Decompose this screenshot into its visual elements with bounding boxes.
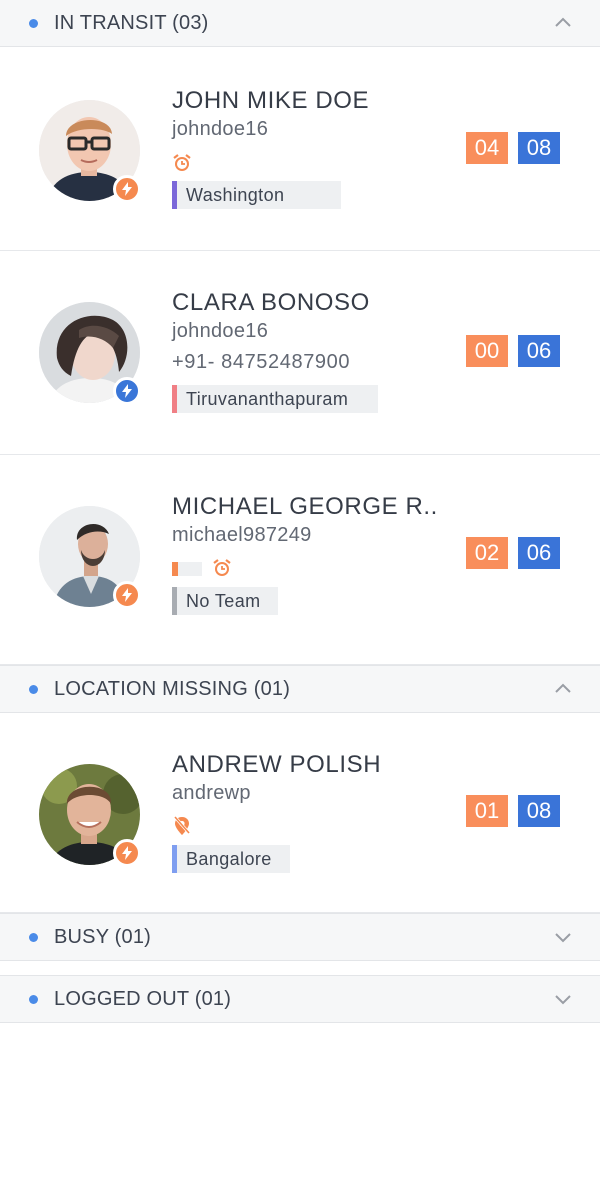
list-item[interactable]: MICHAEL GEORGE R.. michael987249 No Team… (0, 455, 600, 665)
team-color-bar (172, 385, 177, 413)
status-badge (113, 377, 141, 405)
lightning-icon (122, 384, 132, 398)
count-pending: 02 (466, 537, 508, 569)
person-name: JOHN MIKE DOE (172, 87, 370, 114)
alarm-clock-icon (213, 559, 231, 576)
avatar (39, 100, 141, 203)
status-dot (29, 933, 38, 942)
count-total: 06 (518, 335, 560, 367)
avatar (39, 302, 141, 405)
count-total: 06 (518, 537, 560, 569)
team-label: No Team (186, 591, 261, 611)
person-name: ANDREW POLISH (172, 751, 382, 778)
avatar (39, 764, 141, 867)
team-color-bar (172, 587, 177, 615)
section-header-location-missing[interactable]: LOCATION MISSING (01) (0, 665, 600, 713)
count-pending: 00 (466, 335, 508, 367)
lightning-icon (122, 182, 132, 196)
person-phone: +91- 84752487900 (172, 351, 351, 373)
avatar (39, 506, 141, 609)
section-title: LOGGED OUT (01) (54, 988, 232, 1010)
person-name: MICHAEL GEORGE R.. (172, 493, 438, 520)
section-header-busy[interactable]: BUSY (01) (0, 913, 600, 961)
status-dot (29, 995, 38, 1004)
status-badge (113, 839, 141, 867)
person-username: johndoe16 (172, 320, 269, 342)
list-item[interactable]: JOHN MIKE DOE johndoe16 Washington 04 08 (0, 49, 600, 251)
team-tag: Bangalore (172, 845, 290, 873)
count-total: 08 (518, 795, 560, 827)
lightning-icon (122, 588, 132, 602)
status-badge (113, 175, 141, 203)
count-pending: 01 (466, 795, 508, 827)
alarm-clock-icon (173, 154, 191, 171)
team-label: Bangalore (186, 849, 272, 869)
team-color-bar (172, 845, 177, 873)
lightning-icon (122, 846, 132, 860)
location-off-icon (173, 816, 191, 835)
chevron-up-icon[interactable] (554, 680, 572, 698)
person-name: CLARA BONOSO (172, 289, 370, 316)
chevron-up-icon[interactable] (554, 14, 572, 32)
battery-level (172, 562, 178, 576)
section-title: LOCATION MISSING (01) (54, 678, 291, 700)
chevron-down-icon[interactable] (554, 990, 572, 1008)
section-header-logged-out[interactable]: LOGGED OUT (01) (0, 975, 600, 1023)
battery-indicator (172, 562, 202, 576)
team-label: Tiruvananthapuram (186, 389, 349, 409)
team-label: Washington (186, 185, 285, 205)
section-header-in-transit[interactable]: IN TRANSIT (03) (0, 0, 600, 47)
status-badge (113, 581, 141, 609)
person-username: michael987249 (172, 524, 312, 546)
status-dot (29, 19, 38, 28)
list-item[interactable]: ANDREW POLISH andrewp Bangalore 01 08 (0, 713, 600, 913)
section-title: BUSY (01) (54, 926, 152, 948)
list-item[interactable]: CLARA BONOSO johndoe16 +91- 84752487900 … (0, 251, 600, 455)
chevron-down-icon[interactable] (554, 928, 572, 946)
person-username: johndoe16 (172, 118, 269, 140)
person-username: andrewp (172, 782, 251, 804)
status-dot (29, 685, 38, 694)
count-total: 08 (518, 132, 560, 164)
team-color-bar (172, 181, 177, 209)
team-tag: No Team (172, 587, 278, 615)
team-tag: Tiruvananthapuram (172, 385, 378, 413)
section-title: IN TRANSIT (03) (54, 12, 209, 34)
team-tag: Washington (172, 181, 341, 209)
count-pending: 04 (466, 132, 508, 164)
